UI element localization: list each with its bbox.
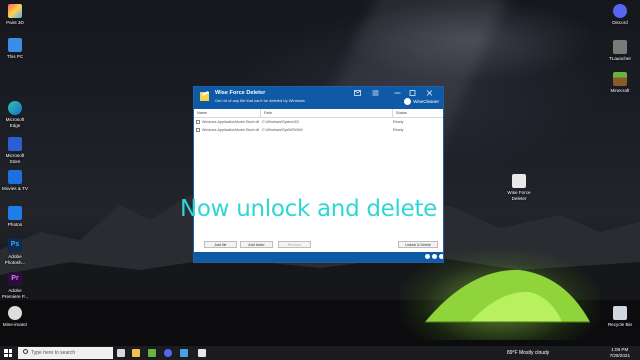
- app-taskbar-icon[interactable]: [180, 349, 188, 357]
- paint3d-icon: [8, 4, 22, 18]
- column-status[interactable]: Status: [396, 111, 407, 115]
- title-bar[interactable]: Wise Force Deleter Get rid of any file t…: [194, 87, 443, 109]
- desktop-icon-label: Wise Force Deleter: [507, 190, 531, 201]
- file-explorer-icon[interactable]: [132, 349, 140, 357]
- twitter-icon[interactable]: [432, 254, 437, 259]
- app-logo-icon: [200, 91, 209, 101]
- wise-force-deleter-taskbar-icon[interactable]: [198, 349, 206, 357]
- facebook-icon[interactable]: [425, 254, 430, 259]
- search-icon: [23, 349, 28, 354]
- add-folder-button[interactable]: Add folder: [240, 241, 273, 248]
- add-file-button[interactable]: Add file: [204, 241, 237, 248]
- tlauncher-icon: [613, 40, 627, 54]
- file-name: Windows.ApplicationModel.Store.dll: [202, 120, 260, 124]
- overlay-caption: Now unlock and delete: [180, 196, 438, 222]
- minecraft-icon: [613, 72, 627, 86]
- start-icon[interactable]: [4, 349, 12, 357]
- desktop-icon-photos[interactable]: Photos: [0, 206, 30, 228]
- file-name: Windows.ApplicationModel.Store.dll: [202, 128, 260, 132]
- desktop-icon-label: Photos: [7, 222, 23, 227]
- desktop-icon-label: Recycle Bin: [607, 322, 633, 327]
- desktop-icon-label: Adobe Premiere P...: [1, 288, 29, 299]
- movies-icon: [8, 170, 22, 184]
- search-box[interactable]: Type here to search: [18, 347, 113, 359]
- desktop-icon-mineimator[interactable]: Mine-imator: [0, 306, 30, 328]
- wise-force-deleter-icon: [512, 174, 526, 188]
- recycle-bin-icon: [613, 306, 627, 320]
- photoshop-icon: Ps: [8, 238, 22, 252]
- desktop-icon-label: Microsoft Edge: [5, 117, 25, 128]
- desktop-icon-minecraft[interactable]: Minecraft: [605, 72, 635, 94]
- desktop-icon-recycle[interactable]: Recycle Bin: [605, 306, 635, 328]
- computer-icon: [8, 38, 22, 52]
- clock[interactable]: 1:06 PM 7/28/2021: [610, 347, 630, 359]
- column-name[interactable]: Name: [197, 111, 207, 115]
- brand-label: WiseCleaner: [413, 99, 439, 104]
- desktop-icon-photoshop[interactable]: Ps Adobe Photosh...: [0, 238, 30, 265]
- desktop-icon-tlauncher[interactable]: TLauncher: [605, 40, 635, 62]
- minimize-icon[interactable]: [394, 90, 401, 96]
- file-path: C:\Windows\SysWOW64\: [262, 128, 303, 132]
- desktop-icon-premiere[interactable]: Pr Adobe Premiere P...: [0, 272, 30, 299]
- row-checkbox[interactable]: [196, 128, 200, 132]
- share-icon[interactable]: [439, 254, 443, 259]
- desktop-icon-thispc[interactable]: This PC: [0, 38, 30, 60]
- file-path: C:\Windows\System32\: [262, 120, 300, 124]
- desktop-icon-label: Mine-imator: [2, 322, 28, 327]
- desktop-icon-movies[interactable]: Movies & TV: [0, 170, 30, 192]
- task-view-icon[interactable]: [117, 349, 125, 357]
- unlock-delete-button[interactable]: Unlock & Delete: [398, 241, 438, 248]
- desktop-icon-label: This PC: [6, 54, 24, 59]
- wise-force-deleter-window: Wise Force Deleter Get rid of any file t…: [193, 86, 444, 263]
- desktop-icon-label: Movies & TV: [2, 186, 28, 191]
- desktop-icon-edge[interactable]: Microsoft Edge: [0, 101, 30, 128]
- column-path[interactable]: Path: [264, 111, 272, 115]
- weather-text[interactable]: 89°F Mostly cloudy: [507, 350, 549, 356]
- desktop-icon-label: Adobe Photosh...: [4, 254, 26, 265]
- photos-icon: [8, 206, 22, 220]
- desktop-icon-label: Discord: [612, 20, 628, 25]
- desktop-icon-label: TLauncher: [609, 56, 631, 61]
- desktop-icon-paint3d[interactable]: Paint 3D: [0, 4, 30, 26]
- desktop-icon-wfd[interactable]: Wise Force Deleter: [504, 174, 534, 201]
- taskbar: Type here to search 89°F Mostly cloudy 1…: [0, 346, 640, 360]
- maximize-icon[interactable]: [409, 90, 416, 96]
- discord-icon: [613, 4, 627, 18]
- remove-button[interactable]: Remove: [278, 241, 311, 248]
- column-divider: [260, 109, 261, 118]
- row-checkbox[interactable]: [196, 120, 200, 124]
- edge-icon: [8, 101, 22, 115]
- app-subtitle: Get rid of any file that can't be delete…: [215, 98, 305, 103]
- clock-date: 7/28/2021: [609, 353, 630, 358]
- desktop-icon-store[interactable]: Microsoft Store: [0, 137, 30, 164]
- file-list-header: Name Path Status: [194, 109, 443, 118]
- desktop-icon-label: Minecraft: [610, 88, 630, 93]
- discord-taskbar-icon[interactable]: [164, 349, 172, 357]
- desktop-icon-label: Microsoft Store: [5, 153, 25, 164]
- desktop-icon-label: Paint 3D: [6, 20, 24, 25]
- wisecleaner-icon: [404, 98, 412, 105]
- file-row[interactable]: Windows.ApplicationModel.Store.dll C:\Wi…: [194, 127, 443, 134]
- mineimator-icon: [8, 306, 22, 320]
- file-row[interactable]: Windows.ApplicationModel.Store.dll C:\Wi…: [194, 119, 443, 126]
- search-placeholder: Type here to search: [31, 350, 76, 356]
- store-icon: [8, 137, 22, 151]
- column-divider: [392, 109, 393, 118]
- file-status: Ready: [393, 120, 404, 124]
- window-footer: [194, 252, 443, 262]
- menu-icon[interactable]: [372, 90, 379, 96]
- close-icon[interactable]: [426, 90, 433, 96]
- brand[interactable]: WiseCleaner: [404, 98, 439, 105]
- app-title: Wise Force Deleter: [215, 90, 266, 96]
- premiere-icon: Pr: [8, 272, 22, 286]
- mail-icon[interactable]: [354, 90, 361, 96]
- minecraft-taskbar-icon[interactable]: [148, 349, 156, 357]
- file-status: Ready: [393, 128, 404, 132]
- desktop-icon-discord[interactable]: Discord: [605, 4, 635, 26]
